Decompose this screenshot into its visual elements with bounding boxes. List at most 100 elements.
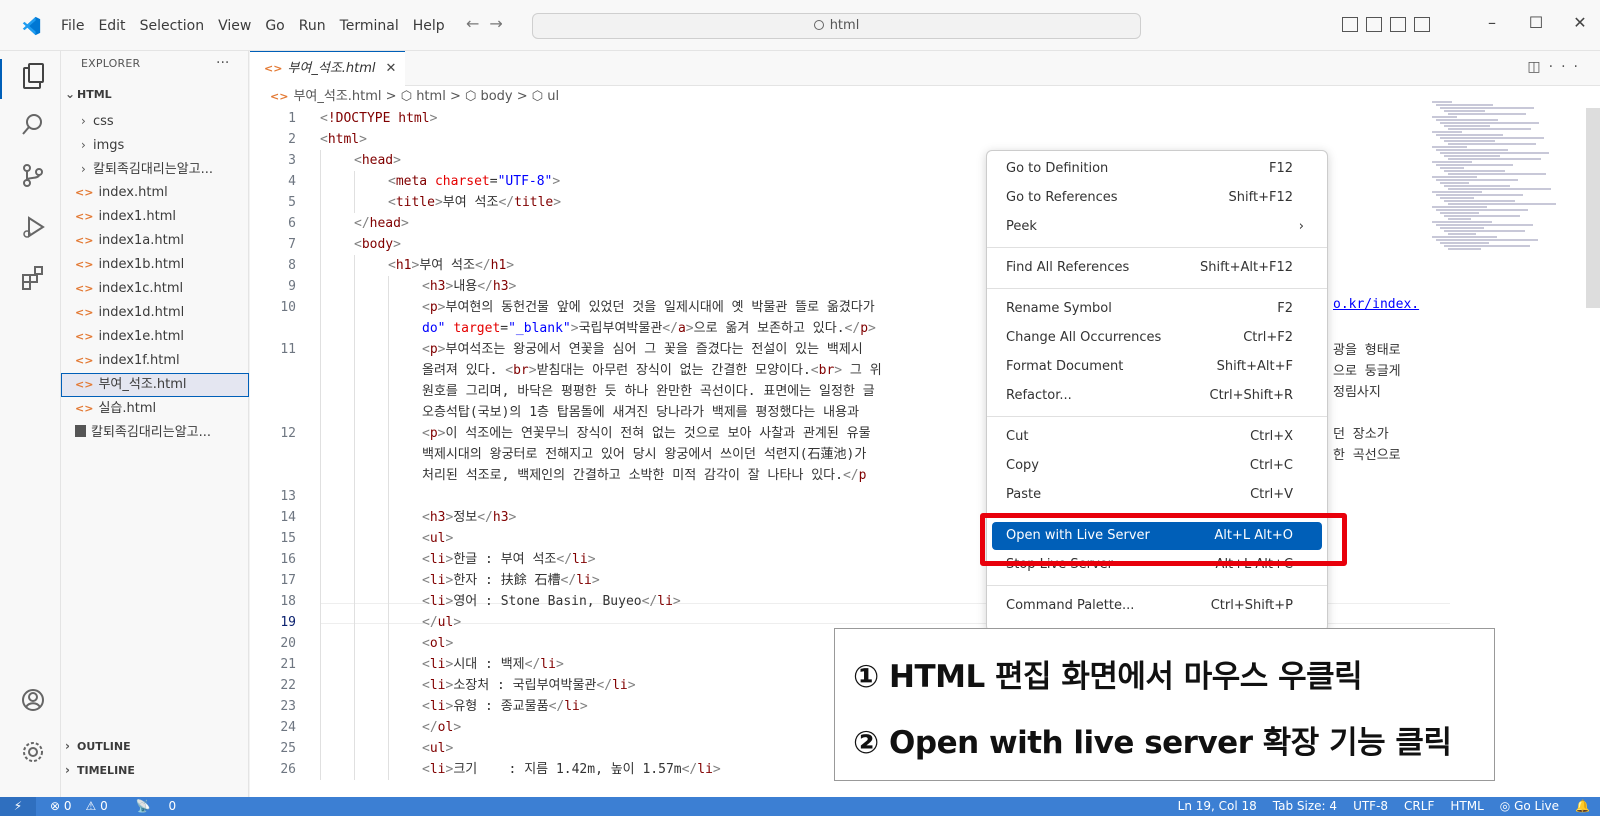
tree-item[interactable]: › css <box>61 109 249 133</box>
menu-item-view[interactable]: View <box>211 16 258 36</box>
forward-arrow-icon[interactable]: → <box>489 14 512 33</box>
command-center-search[interactable]: html <box>532 13 1141 39</box>
indent-guide <box>354 654 355 675</box>
menu-item-selection[interactable]: Selection <box>133 16 212 36</box>
indent-guide <box>354 675 355 696</box>
tree-item[interactable]: <> index1d.html <box>61 301 249 325</box>
menu-item-paste[interactable]: Paste Ctrl+V <box>992 481 1322 509</box>
notifications-bell-icon[interactable]: 🔔 <box>1575 797 1590 816</box>
timeline-section[interactable]: › TIMELINE <box>65 763 135 777</box>
toggle-secondary-sidebar-icon[interactable] <box>1390 17 1406 32</box>
menu-item-rename-symbol[interactable]: Rename Symbol F2 <box>992 295 1322 323</box>
remote-icon[interactable]: ⚡ <box>0 797 36 816</box>
tab-buyeo-seokjo[interactable]: <> 부여_석조.html ✕ <box>250 51 405 86</box>
menu-item-peek[interactable]: Peek › <box>992 213 1322 241</box>
ports-count[interactable]: 📡 0 <box>122 797 176 816</box>
workspace-root[interactable]: ⌄ HTML <box>65 87 112 101</box>
run-debug-icon[interactable] <box>20 214 46 240</box>
menu-item-help[interactable]: Help <box>406 16 452 36</box>
code-text: 올려져 있다. <br>받침대는 아무런 장식이 없는 간결한 모양이다.<br… <box>422 363 882 378</box>
menu-item-command-palette[interactable]: Command Palette... Ctrl+Shift+P <box>992 592 1322 620</box>
menu-item-go[interactable]: Go <box>258 16 291 36</box>
cursor-position[interactable]: Ln 19, Col 18 <box>1178 797 1257 816</box>
outline-section[interactable]: › OUTLINE <box>65 739 131 753</box>
tree-item[interactable]: <> index1c.html <box>61 277 249 301</box>
indent-guide <box>354 696 355 717</box>
tree-item[interactable]: <> 부여_석조.html <box>61 373 249 397</box>
source-control-icon[interactable] <box>20 162 46 188</box>
line-ending[interactable]: CRLF <box>1404 797 1434 816</box>
menu-item-refactor[interactable]: Refactor... Ctrl+Shift+R <box>992 382 1322 410</box>
menu-item-cut[interactable]: Cut Ctrl+X <box>992 423 1322 451</box>
minimap-line <box>1448 248 1481 250</box>
indent-guide <box>320 486 321 507</box>
breadcrumb-part[interactable]: ul <box>547 89 559 104</box>
minimap-line <box>1440 122 1539 124</box>
indent-guide <box>320 339 321 360</box>
menu-item-change-all-occurrences[interactable]: Change All Occurrences Ctrl+F2 <box>992 324 1322 352</box>
indent-guide <box>320 570 321 591</box>
code-line[interactable]: 1 <!DOCTYPE html> <box>250 108 1450 129</box>
menu-item-run[interactable]: Run <box>292 16 333 36</box>
tree-item[interactable]: <> index1.html <box>61 205 249 229</box>
explorer-icon[interactable] <box>0 59 61 99</box>
indent-guide <box>354 486 355 507</box>
search-icon[interactable] <box>20 111 46 137</box>
code-text: </head> <box>354 216 409 231</box>
menu-item-go-to-definition[interactable]: Go to Definition F12 <box>992 155 1322 183</box>
breadcrumb-part[interactable]: body <box>480 89 512 104</box>
more-actions-icon[interactable]: ··· <box>216 55 229 71</box>
tree-item[interactable]: <> index.html <box>61 181 249 205</box>
indent-guide <box>320 360 321 381</box>
minimap[interactable] <box>1432 100 1562 280</box>
code-text: <li>크기 : 지름 1.42m, 높이 1.57m</li> <box>422 762 721 777</box>
scrollbar-thumb[interactable] <box>1586 108 1600 308</box>
indent-guide <box>388 633 389 654</box>
extensions-icon[interactable] <box>20 265 46 291</box>
menu-item-find-all-references[interactable]: Find All References Shift+Alt+F12 <box>992 254 1322 282</box>
customize-layout-icon[interactable] <box>1414 17 1430 32</box>
menu-item-format-document[interactable]: Format Document Shift+Alt+F <box>992 353 1322 381</box>
account-icon[interactable] <box>20 687 46 713</box>
tree-item-label: 칼퇴족김대리는알고... <box>93 162 214 177</box>
encoding[interactable]: UTF-8 <box>1353 797 1388 816</box>
menu-item-edit[interactable]: Edit <box>91 16 132 36</box>
code-text: do" target="_blank">국립부여박물관</a>으로 옮겨 보존하… <box>422 321 876 336</box>
back-arrow-icon[interactable]: ← <box>466 14 489 33</box>
maximize-icon[interactable]: ☐ <box>1514 13 1558 32</box>
indent-guide <box>388 528 389 549</box>
toggle-panel-icon[interactable] <box>1366 17 1382 32</box>
tree-item[interactable]: <> index1a.html <box>61 229 249 253</box>
breadcrumb-file[interactable]: 부여_석조.html <box>293 89 381 104</box>
gear-icon[interactable] <box>20 739 46 765</box>
tree-item[interactable]: <> index1f.html <box>61 349 249 373</box>
more-actions-icon[interactable]: ··· <box>1549 59 1586 75</box>
minimap-line <box>1444 200 1515 202</box>
errors-count[interactable]: ⊗ 0 <box>50 797 72 816</box>
menu-item-go-to-references[interactable]: Go to References Shift+F12 <box>992 184 1322 212</box>
language-mode[interactable]: HTML <box>1450 797 1483 816</box>
close-window-icon[interactable]: ✕ <box>1558 13 1600 32</box>
breadcrumb-separator: > <box>381 89 401 104</box>
breadcrumb-part[interactable]: html <box>416 89 446 104</box>
line-number: 12 <box>280 426 296 441</box>
code-text: <li>영어 : Stone Basin, Buyeo</li> <box>422 594 681 609</box>
tree-item[interactable]: › imgs <box>61 133 249 157</box>
tree-item[interactable]: › 칼퇴족김대리는알고... <box>61 157 249 181</box>
menu-item-file[interactable]: File <box>54 16 91 36</box>
minimap-line <box>1436 164 1513 166</box>
split-editor-icon[interactable]: ◫ <box>1527 59 1548 75</box>
tab-size[interactable]: Tab Size: 4 <box>1273 797 1337 816</box>
menu-item-copy[interactable]: Copy Ctrl+C <box>992 452 1322 480</box>
menu-item-terminal[interactable]: Terminal <box>333 16 406 36</box>
tree-item[interactable]: 칼퇴족김대리는알고... <box>61 421 249 445</box>
tree-item[interactable]: <> index1e.html <box>61 325 249 349</box>
minimize-icon[interactable]: – <box>1470 13 1514 32</box>
close-icon[interactable]: ✕ <box>386 61 397 76</box>
tree-item[interactable]: <> 실습.html <box>61 397 249 421</box>
html-file-icon: <> <box>75 402 94 415</box>
go-live-button[interactable]: ◎ Go Live <box>1500 797 1559 816</box>
tree-item[interactable]: <> index1b.html <box>61 253 249 277</box>
toggle-primary-sidebar-icon[interactable] <box>1342 17 1358 32</box>
code-line[interactable]: 2 <html> <box>250 129 1450 150</box>
